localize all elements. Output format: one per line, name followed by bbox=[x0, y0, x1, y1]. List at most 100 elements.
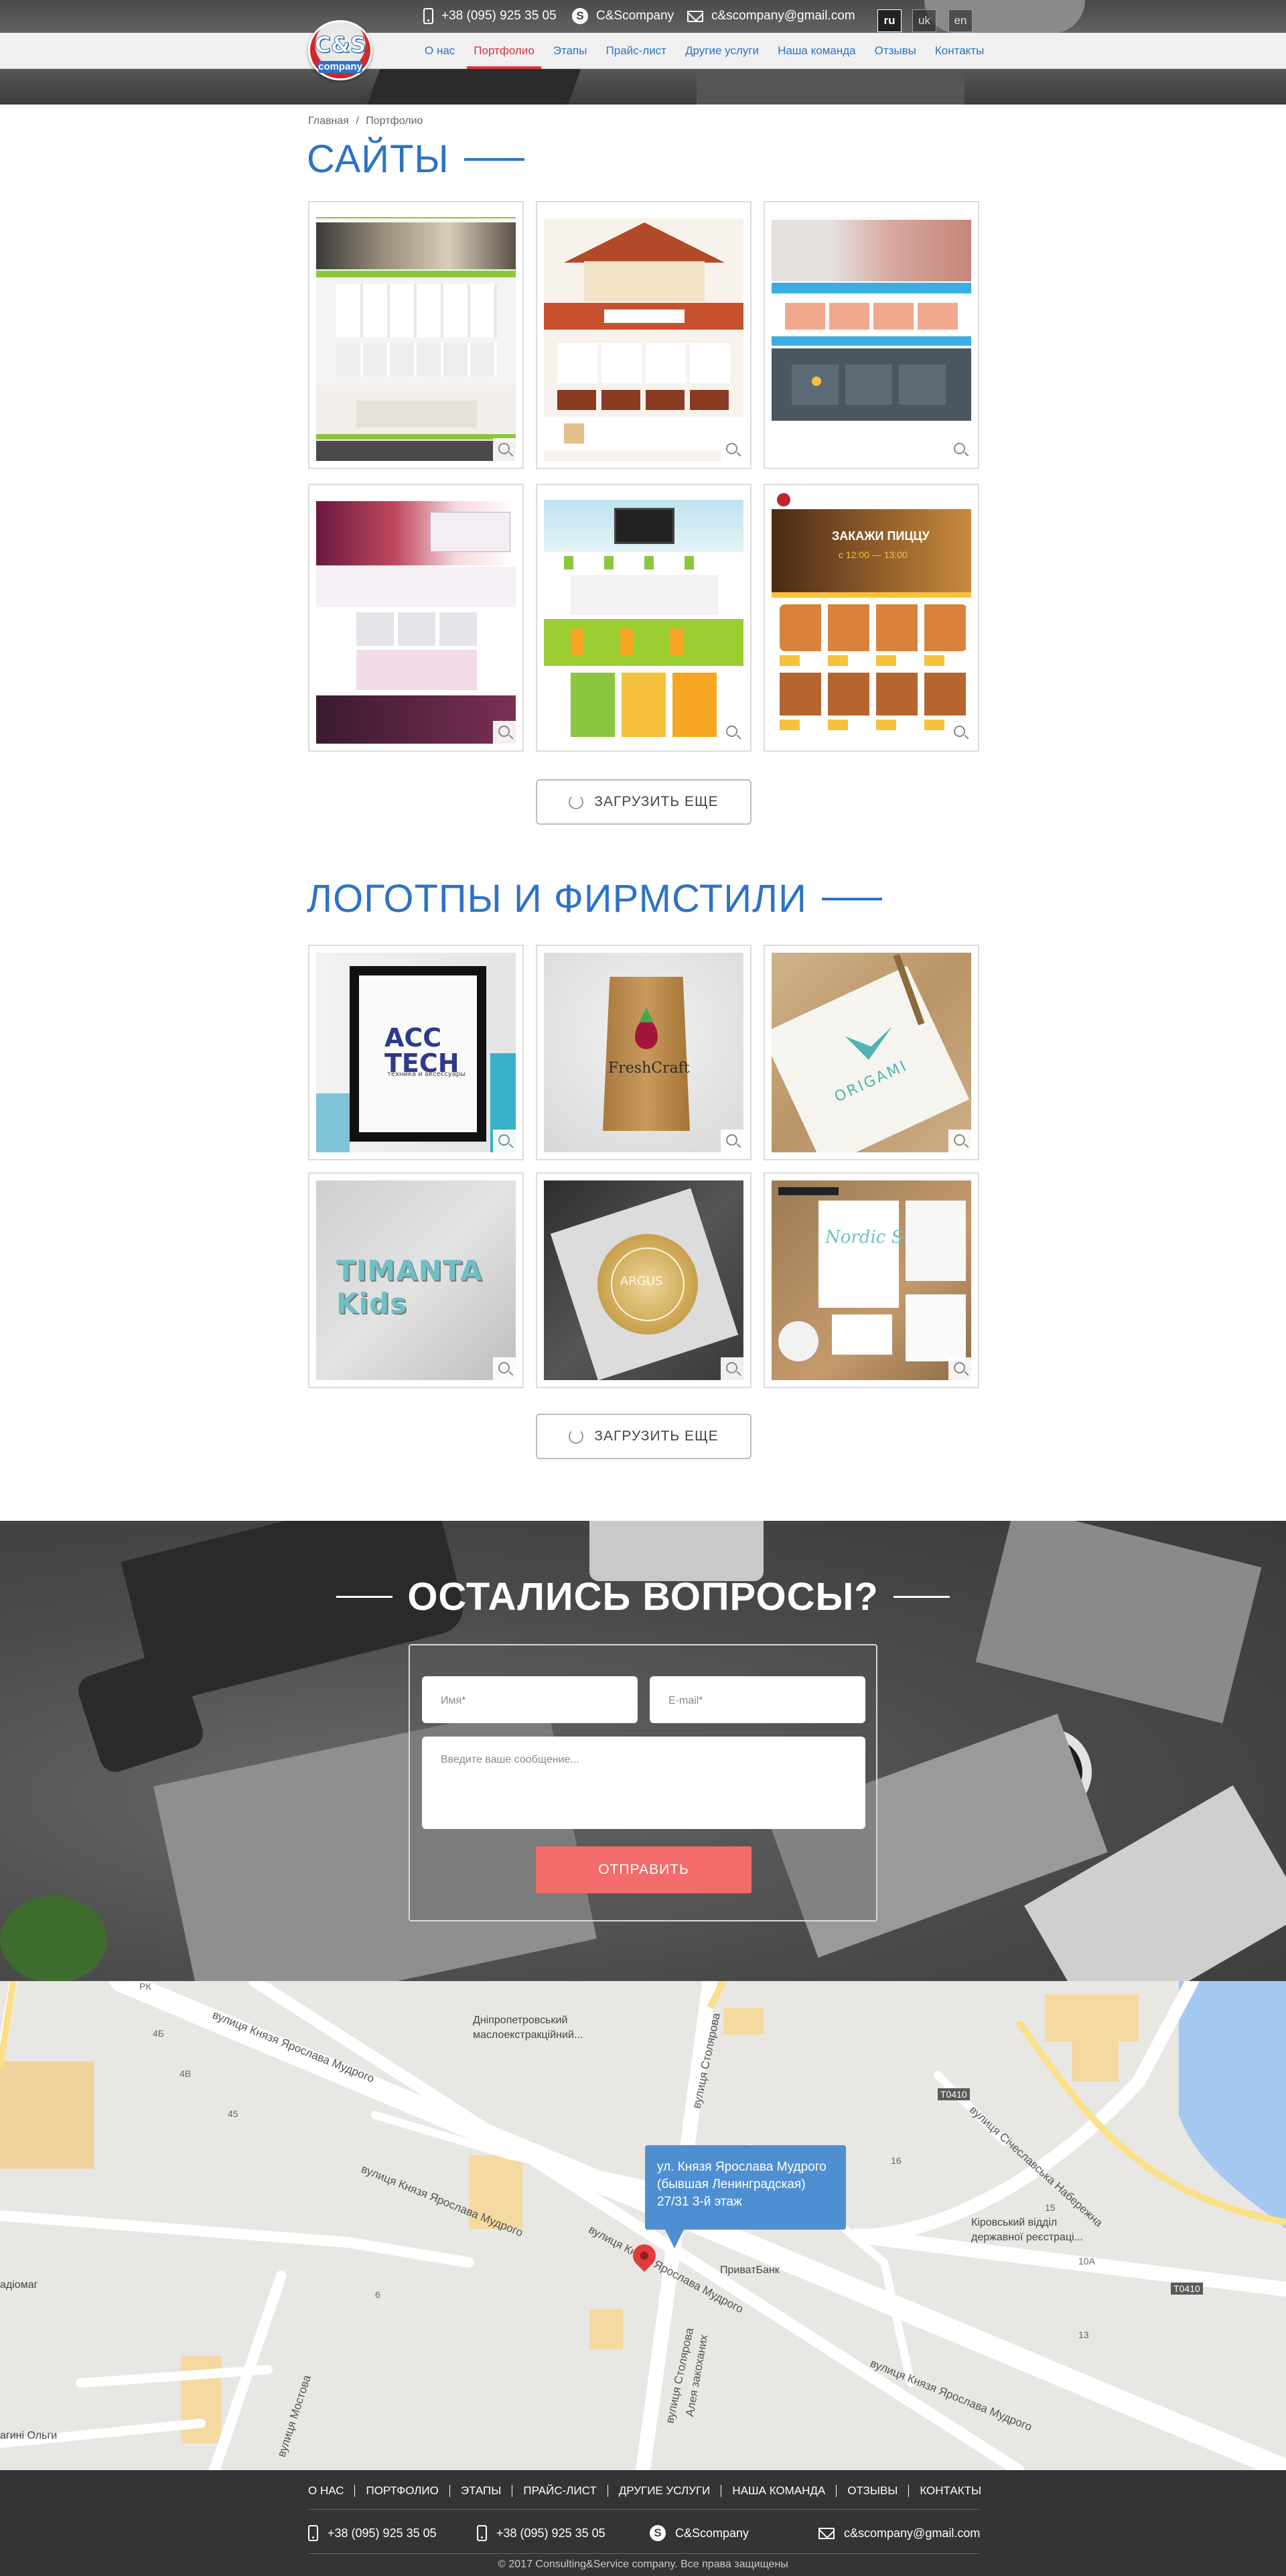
magnifier-icon bbox=[954, 443, 965, 454]
map-address-tooltip: ул. Князя Ярослава Мудрого (бывшая Ленин… bbox=[645, 2145, 846, 2248]
title-dash bbox=[463, 157, 524, 161]
lang-en[interactable]: en bbox=[948, 9, 973, 32]
nav-contacts[interactable]: Контакты bbox=[926, 33, 993, 69]
building-number: 4В bbox=[180, 2068, 192, 2079]
nav-about[interactable]: О нас bbox=[415, 33, 464, 69]
footer-skype-text: C&Scompany bbox=[675, 2526, 749, 2540]
map-label: Кіровський відділ bbox=[971, 2217, 1058, 2228]
questions-title: ОСТАЛИСЬ ВОПРОСЫ? bbox=[0, 1574, 1286, 1619]
footer-nav-team[interactable]: НАША КОМАНДА bbox=[721, 2485, 836, 2497]
logos-load-more-label: ЗАГРУЗИТЬ ЕЩЕ bbox=[594, 1428, 719, 1444]
message-textarea[interactable]: Введите ваше сообщение... bbox=[422, 1737, 865, 1829]
footer-nav-about[interactable]: О НАС bbox=[308, 2485, 354, 2497]
site-tile[interactable]: ЗАКАЖИ ПИЦЦУ с 12:00 — 13:00 bbox=[764, 484, 979, 752]
site-tile[interactable] bbox=[536, 201, 752, 469]
logo-tile[interactable]: TIMANTA Kids bbox=[308, 1172, 524, 1388]
footer-nav-portfolio[interactable]: ПОРТФОЛИО bbox=[354, 2485, 449, 2497]
logos-load-more-button[interactable]: ЗАГРУЗИТЬ ЕЩЕ bbox=[536, 1414, 752, 1459]
zoom-button[interactable] bbox=[721, 721, 745, 745]
footer-skype[interactable]: S C&Scompany bbox=[650, 2522, 749, 2544]
email-input[interactable]: E-mail* bbox=[650, 1676, 865, 1723]
header-skype[interactable]: S C&Scompany bbox=[572, 7, 674, 25]
tooltip-line: ул. Князя Ярослава Мудрого bbox=[657, 2160, 827, 2174]
site-tile[interactable] bbox=[536, 484, 752, 752]
freshcraft-logo-text: FreshCraft bbox=[608, 1060, 690, 1077]
main-nav-bar: О нас Портфолио Этапы Прайс-лист Другие … bbox=[0, 33, 1286, 69]
footer-email-text: c&scompany@gmail.com bbox=[844, 2526, 981, 2540]
logo-thumbnail: FreshCraft bbox=[544, 953, 743, 1152]
phone-icon bbox=[308, 2525, 318, 2541]
zoom-button[interactable] bbox=[721, 438, 745, 462]
map-label: ПриватБанк bbox=[720, 2264, 780, 2276]
acc-tech-tagline: техника и аксессуары bbox=[387, 1071, 466, 1078]
nav-other-services[interactable]: Другие услуги bbox=[676, 33, 768, 69]
lang-ru[interactable]: ru bbox=[877, 9, 902, 32]
questions-section: ОСТАЛИСЬ ВОПРОСЫ? Имя* E-mail* Введите в… bbox=[0, 1521, 1286, 1981]
footer-nav-contacts[interactable]: КОНТАКТЫ bbox=[908, 2485, 992, 2497]
name-input[interactable]: Имя* bbox=[422, 1676, 638, 1723]
footer-nav-reviews[interactable]: ОТЗЫВЫ bbox=[836, 2485, 908, 2497]
footer-divider bbox=[308, 2553, 979, 2554]
zoom-button[interactable] bbox=[948, 1130, 973, 1154]
site-tile[interactable] bbox=[308, 201, 524, 469]
zoom-button[interactable] bbox=[493, 1357, 517, 1381]
nav-reviews[interactable]: Отзывы bbox=[865, 33, 926, 69]
header-email[interactable]: c&scompany@gmail.com bbox=[687, 7, 855, 25]
magnifier-icon bbox=[726, 726, 737, 737]
zoom-button[interactable] bbox=[493, 438, 517, 462]
nav-team[interactable]: Наша команда bbox=[768, 33, 865, 69]
nav-stages[interactable]: Этапы bbox=[544, 33, 597, 69]
footer-phone-2[interactable]: +38 (095) 925 35 05 bbox=[477, 2522, 605, 2544]
footer-nav-other-services[interactable]: ДРУГИЕ УСЛУГИ bbox=[607, 2485, 721, 2497]
footer-phone-1[interactable]: +38 (095) 925 35 05 bbox=[308, 2522, 437, 2544]
location-map[interactable]: Дніпропетровський маслоекстракційний... … bbox=[0, 1981, 1286, 2470]
zoom-button[interactable] bbox=[493, 1130, 517, 1154]
footer-nav-pricelist[interactable]: ПРАЙС-ЛИСТ bbox=[512, 2485, 607, 2497]
map-label: маслоекстракційний... bbox=[473, 2029, 583, 2041]
bg-clipboard bbox=[975, 1521, 1262, 1724]
header-phone[interactable]: +38 (095) 925 35 05 bbox=[423, 7, 557, 25]
building-number: 13 bbox=[1078, 2329, 1089, 2340]
site-logo[interactable]: C&S company bbox=[308, 20, 372, 80]
building-number: 15 bbox=[1045, 2202, 1056, 2213]
site-tile[interactable] bbox=[764, 201, 979, 469]
copyright: © 2017 Consulting&Service company. Все п… bbox=[498, 2559, 788, 2570]
bg-plant bbox=[0, 1896, 107, 1981]
building-number: 45 bbox=[228, 2108, 238, 2119]
sites-title-text: САЙТЫ bbox=[307, 137, 449, 181]
zoom-button[interactable] bbox=[948, 1357, 973, 1381]
nav-pricelist[interactable]: Прайс-лист bbox=[596, 33, 676, 69]
logo-tile[interactable]: Nordic Silk bbox=[764, 1172, 979, 1388]
magnifier-icon bbox=[954, 1134, 965, 1146]
zoom-button[interactable] bbox=[721, 1130, 745, 1154]
tooltip-line: 27/31 3-й этаж bbox=[657, 2195, 742, 2209]
lang-uk[interactable]: uk bbox=[912, 9, 936, 32]
zoom-button[interactable] bbox=[493, 721, 517, 745]
skype-icon: S bbox=[650, 2525, 666, 2541]
footer-nav: О НАС ПОРТФОЛИО ЭТАПЫ ПРАЙС-ЛИСТ ДРУГИЕ … bbox=[308, 2482, 992, 2500]
header-email-text: c&scompany@gmail.com bbox=[711, 9, 855, 23]
zoom-button[interactable] bbox=[948, 438, 973, 462]
footer-nav-stages[interactable]: ЭТАПЫ bbox=[449, 2485, 512, 2497]
logo-tile[interactable]: ARGUS bbox=[536, 1172, 752, 1388]
breadcrumb-home[interactable]: Главная bbox=[308, 115, 349, 127]
logo-tile[interactable]: ORIGAMI bbox=[764, 945, 979, 1160]
zoom-button[interactable] bbox=[948, 721, 973, 745]
building-number: 16 bbox=[891, 2155, 902, 2166]
site-thumbnail bbox=[316, 209, 516, 461]
submit-button[interactable]: ОТПРАВИТЬ bbox=[536, 1846, 752, 1893]
zoom-button[interactable] bbox=[721, 1357, 745, 1381]
sites-load-more-button[interactable]: ЗАГРУЗИТЬ ЕЩЕ bbox=[536, 779, 752, 825]
logo-tile[interactable]: ACC TECH техника и аксессуары bbox=[308, 945, 524, 1160]
site-thumbnail bbox=[316, 492, 516, 744]
bg-phone bbox=[589, 1521, 764, 1581]
footer-email[interactable]: c&scompany@gmail.com bbox=[818, 2522, 980, 2544]
site-tile[interactable] bbox=[308, 484, 524, 752]
logo-subtext: company bbox=[318, 61, 362, 73]
building-number: РК bbox=[139, 1981, 151, 1992]
logo-tile[interactable]: FreshCraft bbox=[536, 945, 752, 1160]
nav-portfolio[interactable]: Портфолио bbox=[464, 33, 543, 69]
logo-thumbnail: ACC TECH техника и аксессуары bbox=[316, 953, 516, 1152]
site-footer: О НАС ПОРТФОЛИО ЭТАПЫ ПРАЙС-ЛИСТ ДРУГИЕ … bbox=[0, 2470, 1286, 2576]
building-number: 4Б bbox=[153, 2028, 164, 2039]
